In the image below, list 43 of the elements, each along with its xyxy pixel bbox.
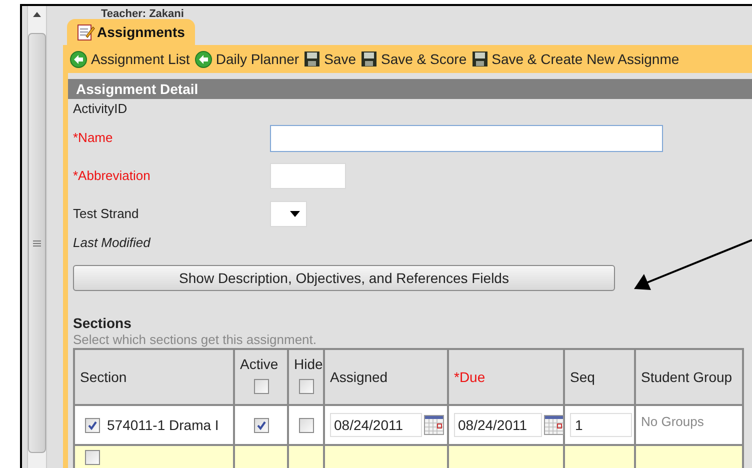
panel-title: Assignment Detail — [68, 79, 752, 99]
scroll-thumb[interactable] — [28, 33, 46, 453]
column-label: Section — [80, 368, 127, 384]
column-label: *Due — [454, 368, 486, 384]
toolbar-button[interactable]: Save & Score — [361, 48, 467, 70]
notepad-pencil-icon — [77, 23, 95, 41]
abbreviation-field[interactable] — [270, 163, 346, 189]
scroll-up-icon[interactable] — [33, 12, 41, 17]
column-label: Seq — [570, 368, 595, 384]
calendar-icon[interactable] — [424, 415, 444, 435]
teacher-label: Teacher: Zakani — [101, 8, 184, 20]
test-strand-dropdown[interactable] — [270, 201, 307, 227]
show-fields-button[interactable]: Show Description, Objectives, and References Fields — [73, 265, 615, 291]
sequence-field[interactable]: 1 — [570, 413, 632, 437]
toolbar-button[interactable]: Save & Create New Assignme — [472, 48, 680, 70]
field-label: *Abbreviation — [73, 167, 152, 186]
date-field[interactable]: 08/24/2011 — [454, 413, 542, 437]
field-label: *Name — [73, 129, 114, 148]
checkbox[interactable] — [254, 418, 268, 432]
checkbox[interactable] — [85, 450, 100, 465]
column-label: Active — [240, 356, 278, 372]
scrollbar[interactable] — [27, 6, 47, 468]
calendar-icon[interactable] — [544, 415, 564, 435]
checkbox[interactable] — [298, 379, 314, 394]
sections-title: Sections — [73, 315, 132, 332]
toolbar-button[interactable]: Daily Planner — [194, 48, 300, 70]
toolbar-button[interactable]: Assignment List — [70, 48, 190, 70]
grip-icon — [33, 240, 41, 246]
name-field[interactable] — [270, 124, 663, 152]
field-label: ActivityID — [73, 100, 128, 118]
column-label: Assigned — [330, 368, 388, 384]
checkbox[interactable] — [254, 379, 268, 394]
caret-icon — [290, 211, 300, 217]
assignments-tab[interactable]: Assignments — [67, 19, 195, 45]
column-label: Student Group — [641, 368, 732, 384]
column-label: Hide — [294, 356, 323, 372]
field-label: Last Modified — [73, 234, 152, 252]
checkbox[interactable] — [85, 418, 100, 432]
date-field[interactable]: 08/24/2011 — [330, 413, 422, 437]
field-label: Test Strand — [73, 205, 140, 224]
toolbar-button[interactable]: Save — [304, 48, 356, 70]
checkbox[interactable] — [298, 418, 314, 432]
sections-hint: Select which sections get this assignment. — [73, 332, 318, 348]
